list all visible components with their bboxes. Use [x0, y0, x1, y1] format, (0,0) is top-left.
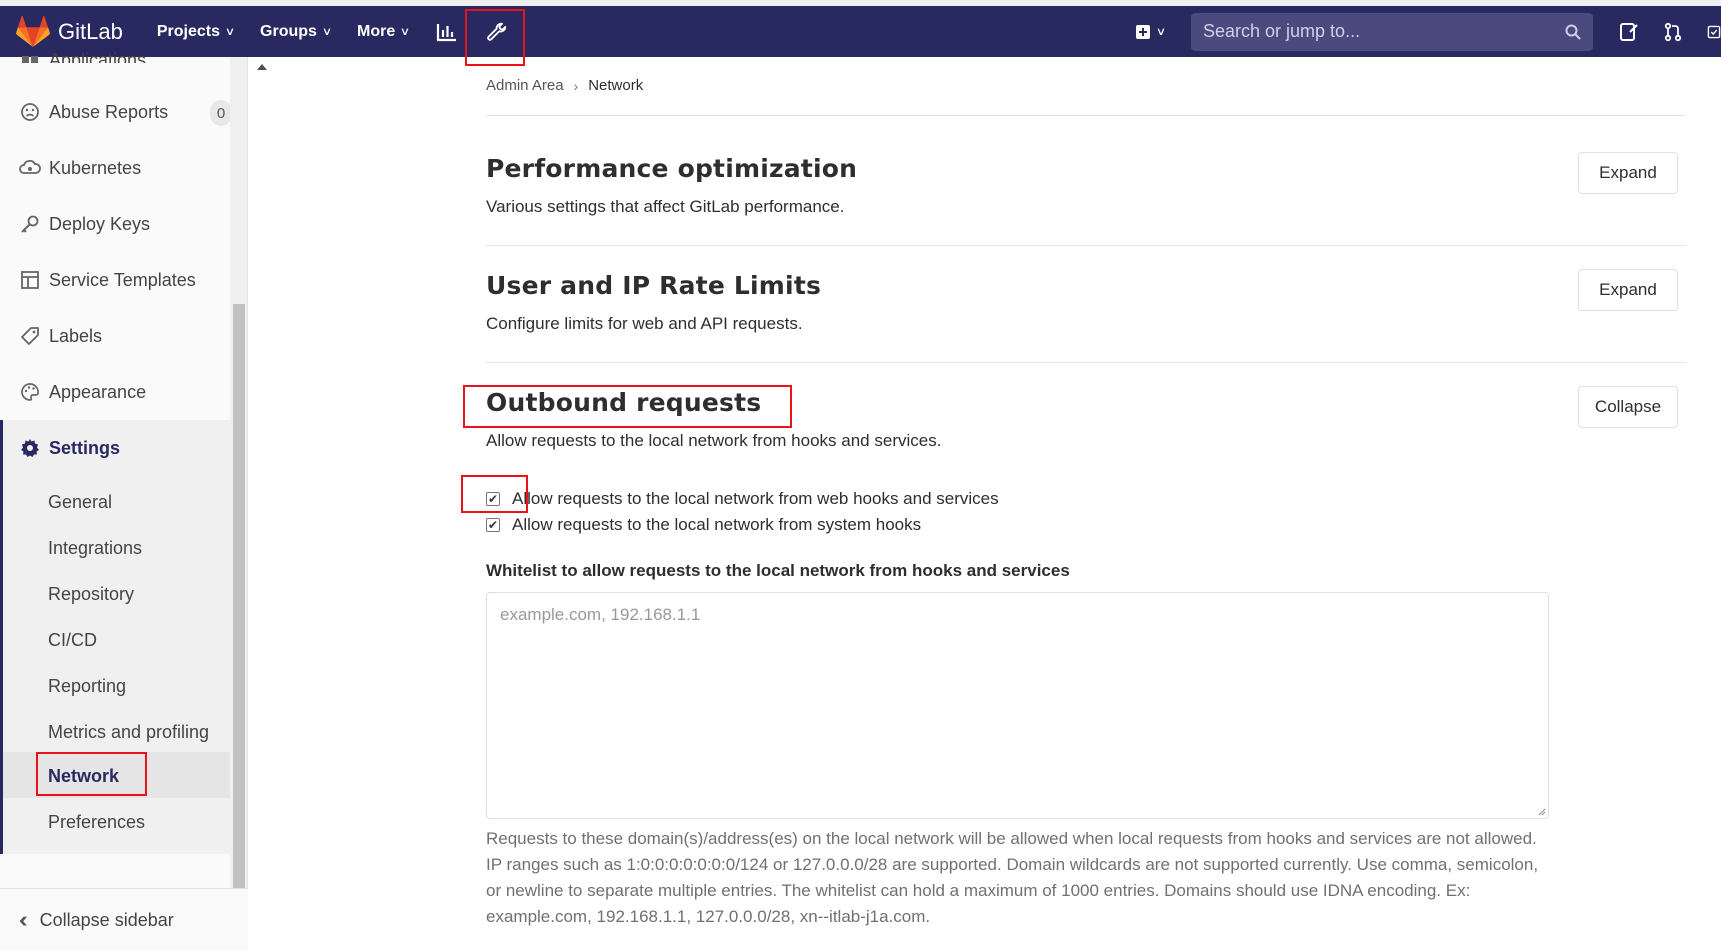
whitelist-textarea[interactable]: example.com, 192.168.1.1 — [486, 592, 1549, 819]
sidebar-item-label: Deploy Keys — [49, 213, 151, 234]
annotation-box-outbound-title — [463, 385, 792, 428]
nav-groups-label: Groups — [260, 22, 317, 40]
breadcrumb: Admin Area › Network — [486, 77, 643, 94]
sidebar-subitem-integrations[interactable]: Integrations — [48, 528, 142, 568]
sidebar-item-appearance[interactable]: Appearance — [0, 368, 230, 416]
sidebar-item-label: Applications — [49, 50, 147, 63]
search-icon — [1565, 24, 1581, 40]
section-divider — [486, 245, 1686, 246]
section-performance-optimization: Performance optimization Various setting… — [486, 152, 1686, 217]
sidebar-item-label: Labels — [49, 325, 103, 346]
scroll-up-arrow-icon[interactable] — [257, 64, 267, 70]
expand-button[interactable]: Expand — [1578, 152, 1678, 194]
annotation-box-network — [36, 752, 147, 796]
section-user-ip-rate-limits: User and IP Rate Limits Configure limits… — [486, 269, 1686, 334]
sidebar-subitem-reporting[interactable]: Reporting — [48, 666, 126, 706]
key-icon — [19, 213, 41, 235]
sidebar-item-abuse-reports[interactable]: Abuse Reports — [0, 88, 230, 136]
activity-chart-icon[interactable] — [435, 20, 459, 44]
sidebar-item-label: Settings — [49, 437, 121, 458]
applications-icon — [19, 53, 41, 63]
allow-webhooks-local-checkbox-row[interactable]: ✔ Allow requests to the local network fr… — [486, 489, 999, 509]
nav-more-dropdown[interactable]: More ∨ — [356, 22, 411, 41]
sidebar-item-kubernetes[interactable]: Kubernetes — [0, 144, 230, 192]
checkbox-label: Allow requests to the local network from… — [512, 515, 922, 534]
nav-more-label: More — [356, 22, 396, 40]
sidebar-scrollbar-thumb[interactable] — [233, 304, 245, 892]
breadcrumb-divider — [486, 115, 1686, 116]
resize-handle-icon[interactable] — [1536, 806, 1546, 816]
sidebar-item-deploy-keys[interactable]: Deploy Keys — [0, 200, 230, 248]
collapse-button[interactable]: Collapse — [1578, 386, 1678, 428]
section-description: Various settings that affect GitLab perf… — [486, 197, 845, 216]
sidebar-subitem-metrics-and-profiling[interactable]: Metrics and profiling — [48, 712, 209, 752]
sidebar-item-label: Kubernetes — [49, 157, 142, 178]
sidebar-item-service-templates[interactable]: Service Templates — [0, 256, 230, 304]
breadcrumb-separator-icon: › — [573, 77, 579, 94]
sidebar-subitem-general[interactable]: General — [48, 482, 112, 522]
nav-groups-dropdown[interactable]: Groups ∨ — [260, 22, 333, 41]
new-dropdown-button[interactable]: ∨ — [1135, 24, 1167, 40]
allow-system-hooks-local-checkbox-row[interactable]: ✔ Allow requests to the local network fr… — [486, 515, 921, 535]
sidebar-subitem-preferences[interactable]: Preferences — [48, 802, 145, 842]
checkbox-checked[interactable]: ✔ — [486, 518, 500, 532]
breadcrumb-current: Network — [588, 77, 644, 94]
section-divider — [486, 362, 1686, 363]
whitelist-label: Whitelist to allow requests to the local… — [486, 561, 1070, 580]
tag-icon — [19, 325, 41, 347]
collapse-sidebar-label: Collapse sidebar — [39, 909, 174, 930]
sidebar-item-settings[interactable]: Settings — [3, 424, 233, 472]
section-description: Configure limits for web and API request… — [486, 314, 803, 333]
whitelist-help-text: Requests to these domain(s)/address(es) … — [486, 829, 1539, 926]
sidebar-item-label: Service Templates — [49, 269, 196, 290]
checkbox-label: Allow requests to the local network from… — [512, 489, 999, 508]
frown-face-icon — [19, 101, 41, 123]
section-description: Allow requests to the local network from… — [486, 431, 942, 450]
sidebar-item-labels[interactable]: Labels — [0, 312, 230, 360]
chevron-down-icon: ∨ — [400, 26, 411, 38]
plus-square-icon — [1135, 24, 1150, 39]
abuse-reports-count-badge: 0 — [210, 100, 232, 126]
annotation-box-wrench — [465, 9, 525, 66]
gear-icon — [19, 437, 41, 459]
top-navbar: GitLab Projects ∨ Groups ∨ More ∨ ∨ Search … — [0, 6, 1721, 57]
sidebar-subitem-ci-cd[interactable]: CI/CD — [48, 620, 97, 660]
expand-button[interactable]: Expand — [1578, 269, 1678, 311]
cloud-gear-icon — [19, 157, 41, 179]
annotation-box-checkbox — [461, 475, 528, 513]
issues-icon[interactable] — [1707, 22, 1721, 42]
search-placeholder: Search or jump to... — [1203, 21, 1361, 41]
template-icon — [19, 269, 41, 291]
chevron-down-icon: ∨ — [1155, 26, 1167, 38]
whitelist-placeholder: example.com, 192.168.1.1 — [500, 605, 701, 624]
breadcrumb-admin-area[interactable]: Admin Area — [486, 77, 564, 94]
todo-icon[interactable] — [1619, 22, 1639, 42]
collapse-sidebar-button[interactable]: ‹‹ Collapse sidebar — [0, 888, 248, 951]
double-chevron-left-icon: ‹‹ — [19, 907, 27, 932]
search-input[interactable]: Search or jump to... — [1191, 12, 1593, 51]
sidebar-subitem-repository[interactable]: Repository — [48, 574, 134, 614]
merge-request-icon[interactable] — [1663, 22, 1683, 42]
chevron-down-icon: ∨ — [321, 26, 333, 38]
sidebar-item-label: Appearance — [49, 381, 147, 402]
section-title: Performance optimization — [486, 154, 858, 183]
sidebar-item-applications[interactable]: Applications — [0, 33, 230, 63]
sidebar-item-label: Abuse Reports — [49, 101, 169, 122]
palette-icon — [19, 381, 41, 403]
section-title: User and IP Rate Limits — [486, 271, 822, 300]
navbar-right: ∨ Search or jump to... — [1135, 6, 1721, 57]
